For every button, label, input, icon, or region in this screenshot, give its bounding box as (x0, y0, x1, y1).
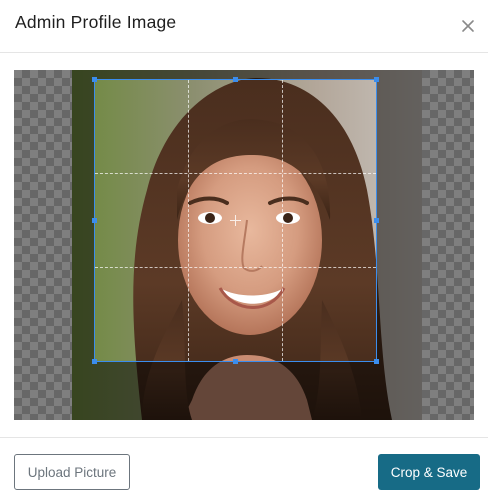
profile-image-dialog: Admin Profile Image Upload Picture Crop … (0, 0, 488, 496)
crop-handle-n[interactable] (233, 77, 238, 82)
crop-handle-ne[interactable] (374, 77, 379, 82)
crop-save-button[interactable]: Crop & Save (378, 454, 480, 490)
dialog-header: Admin Profile Image (0, 0, 488, 53)
close-icon[interactable] (456, 14, 480, 38)
crop-grid-line (188, 80, 189, 361)
crop-handle-nw[interactable] (92, 77, 97, 82)
crop-grid-line (95, 267, 376, 268)
crop-grid-line (282, 80, 283, 361)
crop-handle-sw[interactable] (92, 359, 97, 364)
footer-divider (0, 437, 488, 438)
crop-handle-w[interactable] (92, 218, 97, 223)
crop-center-icon (230, 215, 241, 226)
crop-box[interactable] (92, 77, 379, 364)
crop-handle-se[interactable] (374, 359, 379, 364)
crop-handle-s[interactable] (233, 359, 238, 364)
crop-handle-e[interactable] (374, 218, 379, 223)
upload-picture-button[interactable]: Upload Picture (14, 454, 130, 490)
image-cropper[interactable] (14, 70, 474, 420)
crop-grid-line (95, 173, 376, 174)
dialog-title: Admin Profile Image (15, 12, 177, 32)
